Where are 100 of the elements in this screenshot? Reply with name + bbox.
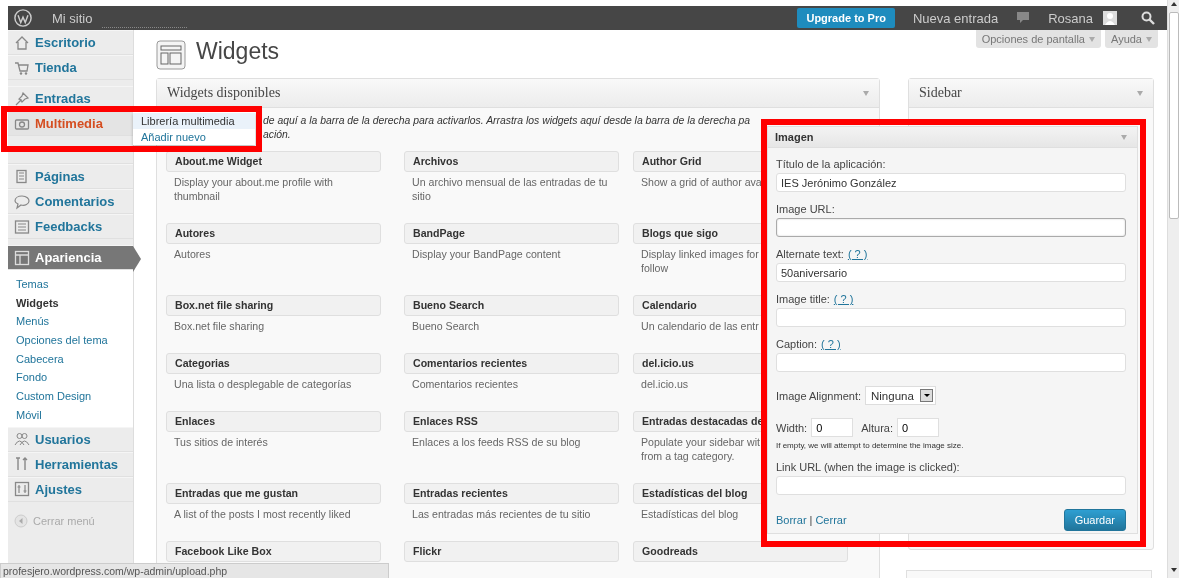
search-icon[interactable] [1141, 11, 1155, 25]
widget-description: Tus sitios de interés [173, 435, 269, 449]
menu-item[interactable]: Feedbacks [8, 214, 133, 239]
widget-description: del.icio.us [640, 377, 690, 391]
widget-form-title: Imagen [775, 131, 814, 143]
input-field[interactable]: 0 [897, 418, 939, 437]
widget-description: Show a grid of author ava [640, 175, 763, 189]
widget-description: Autores [173, 247, 212, 261]
caret-icon[interactable] [863, 90, 869, 96]
widget-title[interactable]: About.me Widget [166, 151, 381, 172]
widget-title[interactable]: Flickr [404, 541, 619, 562]
widget-description: Enlaces a los feeds RSS de su blog [411, 435, 582, 449]
menu-icon [14, 249, 30, 266]
hint-text: If empty, we will attempt to determine the image size. [776, 441, 965, 450]
menu-item[interactable]: Páginas [8, 164, 133, 189]
widget-description: Un calendario de las entr [640, 319, 760, 333]
description-text: de aquí a la barra de la derecha para activarlos. Arrastra los widgets aquí desde la barra de la derecha pa [263, 114, 751, 128]
widget-title[interactable]: Categorias [166, 353, 381, 374]
widget-title[interactable]: Entradas recientes [404, 483, 619, 504]
user-name-link[interactable]: Rosana [1038, 10, 1103, 26]
menu-icon [14, 168, 30, 185]
alignment-select[interactable]: Ninguna [865, 386, 936, 405]
menu-item[interactable]: Tienda [8, 55, 133, 80]
submenu-item[interactable]: Temas [8, 275, 49, 294]
panel-title: Sidebar [919, 85, 962, 101]
menu-icon [14, 218, 30, 235]
submenu-item[interactable]: Menús [8, 312, 50, 332]
widget-title[interactable]: Box.net file sharing [166, 295, 381, 316]
menu-item[interactable]: Comentarios [8, 189, 133, 214]
widget-description: Estadísticas del blog [640, 507, 740, 521]
submenu-item[interactable]: Fondo [8, 368, 48, 388]
caret-icon[interactable] [1121, 134, 1127, 140]
widget-description: Una lista o desplegable de categorías [173, 377, 353, 391]
field-label: Image title: [776, 293, 830, 305]
status-url-tooltip: profesjero.wordpress.com/wp-admin/upload.php [0, 563, 389, 578]
menu-item[interactable]: Escritorio [8, 30, 133, 55]
flyout-item[interactable]: Añadir nuevo [133, 129, 255, 145]
upgrade-button[interactable]: Upgrade to Pro [797, 8, 895, 28]
help-link[interactable]: ( ? ) [847, 248, 868, 260]
widget-title[interactable]: Facebook Like Box [166, 541, 381, 562]
input-field[interactable]: 0 [811, 418, 854, 437]
widget-title[interactable]: Entradas que me gustan [166, 483, 381, 504]
widget-description: A list of the posts I most recently liked [173, 507, 352, 521]
description-text: ación. [263, 128, 291, 142]
submenu-item[interactable]: Widgets [8, 293, 59, 313]
widget-title[interactable]: Autores [166, 223, 381, 244]
close-link[interactable]: Cerrar [815, 514, 847, 526]
comment-icon[interactable] [1016, 11, 1031, 25]
link-separator: | [809, 514, 813, 526]
screen-tab[interactable]: Ayuda [1105, 30, 1158, 48]
menu-item[interactable]: Ajustes [8, 476, 133, 502]
widget-description: Comentarios recientes [411, 377, 519, 391]
field-label: Link URL (when the image is clicked): [776, 461, 960, 473]
menu-icon [14, 59, 30, 76]
caret-icon [1089, 36, 1095, 42]
widget-title[interactable]: Archivos [404, 151, 619, 172]
widgets-icon [156, 40, 186, 70]
menu-icon [14, 481, 30, 497]
widget-description: Display your about.me profile with thumbnail [173, 175, 334, 203]
menu-item[interactable]: Entradas [8, 86, 133, 111]
input-field[interactable]: 50aniversario [776, 263, 1126, 282]
menu-icon [14, 456, 30, 472]
avatar-icon[interactable] [1103, 11, 1117, 25]
submenu-item[interactable]: Móvil [8, 405, 42, 425]
caret-icon[interactable] [1137, 90, 1143, 96]
widget-title[interactable]: Comentarios recientes [404, 353, 619, 374]
widget-description: Las entradas más recientes de tu sitio [411, 507, 592, 521]
widget-title[interactable]: BandPage [404, 223, 619, 244]
flyout-item[interactable]: Librería multimedia [133, 113, 255, 129]
menu-item[interactable]: Herramientas [8, 451, 133, 477]
field-label: Image Alignment: [776, 389, 861, 402]
input-field[interactable] [776, 218, 1126, 237]
field-label: Image URL: [776, 203, 835, 215]
field-label: Altura: [861, 421, 893, 434]
delete-link[interactable]: Borrar [776, 514, 807, 526]
widget-title[interactable]: Enlaces RSS [404, 411, 619, 432]
widget-title[interactable]: Enlaces [166, 411, 381, 432]
new-post-link[interactable]: Nueva entrada [902, 10, 1009, 26]
caret-icon [1146, 36, 1152, 42]
help-link[interactable]: ( ? ) [821, 338, 841, 350]
submenu-item[interactable]: Opciones del tema [8, 331, 108, 350]
submenu-item[interactable]: Cabecera [8, 349, 64, 369]
save-button[interactable]: Guardar [1063, 509, 1126, 531]
site-name-link[interactable]: Mi sitio [42, 10, 103, 26]
page-title: Widgets [196, 38, 280, 65]
widget-title[interactable]: Bueno Search [404, 295, 619, 316]
scrollbar[interactable] [1167, 0, 1179, 578]
widget-description: Display your BandPage content [411, 247, 562, 261]
screen-tab[interactable]: Opciones de pantalla [975, 30, 1101, 48]
widget-description: Display linked images for follow [640, 247, 760, 275]
field-label: Width: [776, 421, 808, 434]
field-label: Caption: [776, 338, 817, 350]
widget-description: Un archivo mensual de las entradas de tu sitio [411, 175, 609, 203]
collapse-icon [14, 513, 28, 528]
input-field[interactable]: IES Jerónimo González [776, 173, 1126, 192]
menu-icon [14, 34, 30, 51]
logo-icon[interactable] [14, 9, 32, 27]
menu-item[interactable]: Usuarios [8, 426, 133, 452]
widget-description: Bueno Search [411, 319, 481, 333]
submenu-item[interactable]: Custom Design [8, 387, 92, 406]
